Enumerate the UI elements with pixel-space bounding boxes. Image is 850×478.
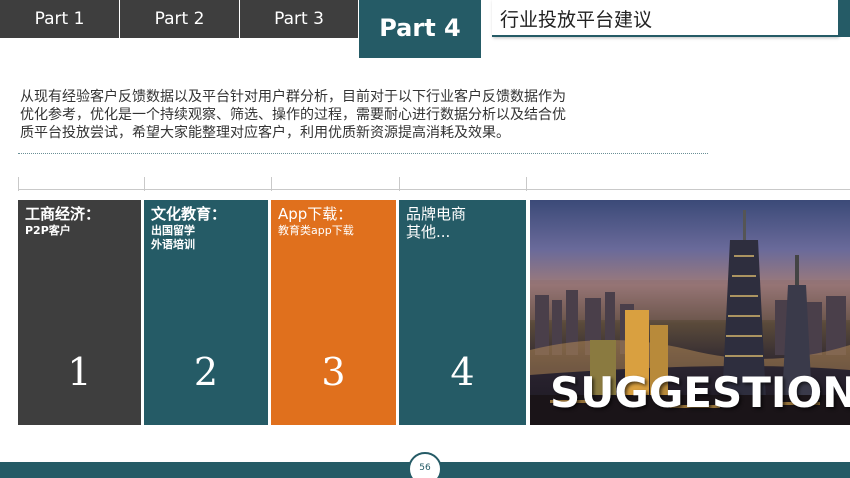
section-title-box: 行业投放平台建议 xyxy=(492,0,838,37)
card-subtitle: 出国留学 外语培训 xyxy=(151,224,195,252)
card-app-download: App下载： 教育类app下载 3 xyxy=(271,200,396,425)
card-title: App下载： xyxy=(278,205,353,223)
tab-bar: Part 1 Part 2 Part 3 Part 4 行业投放平台建议 xyxy=(0,0,850,58)
card-number: 4 xyxy=(450,350,475,394)
intro-paragraph: 从现有经验客户反馈数据以及平台针对用户群分析，目前对于以下行业客户反馈数据作为 … xyxy=(20,88,660,142)
intro-line-1: 从现有经验客户反馈数据以及平台针对用户群分析，目前对于以下行业客户反馈数据作为 xyxy=(20,89,566,105)
card-brand-ecommerce: 品牌电商 其他... 4 xyxy=(399,200,526,425)
timeline-tick xyxy=(526,177,527,191)
card-business: 工商经济： P2P客户 1 xyxy=(18,200,141,425)
timeline-tick xyxy=(144,177,145,191)
tab-part-1[interactable]: Part 1 xyxy=(0,0,119,38)
title-accent-bar xyxy=(838,0,850,37)
intro-line-3: 质平台投放尝试，希望大家能整理对应客户，利用优质新资源提高消耗及效果。 xyxy=(20,125,510,141)
card-number: 1 xyxy=(67,350,92,394)
section-title: 行业投放平台建议 xyxy=(500,9,653,31)
card-subtitle: 教育类app下载 xyxy=(278,224,354,238)
intro-line-2: 优化参考，优化是一个持续观察、筛选、操作的过程，需要耐心进行数据分析以及结合优 xyxy=(20,107,566,123)
dotted-divider xyxy=(18,153,708,154)
card-subtitle: 其他... xyxy=(406,223,451,241)
timeline-tick xyxy=(18,177,19,191)
card-sub-line: 出国留学 xyxy=(151,224,195,237)
card-sub-line: 教育类app下载 xyxy=(278,224,354,237)
page-number: 56 xyxy=(419,463,431,473)
timeline-tick xyxy=(399,177,400,191)
card-subtitle: P2P客户 xyxy=(25,224,71,238)
card-number: 2 xyxy=(193,350,219,394)
tab-part-4[interactable]: Part 4 xyxy=(359,0,481,58)
card-title: 文化教育： xyxy=(151,205,227,223)
page-number-badge: 56 xyxy=(408,452,442,478)
card-sub-line: 外语培训 xyxy=(151,238,195,251)
suggestion-overlay-text: SUGGESTION xyxy=(550,368,850,417)
card-number: 3 xyxy=(321,350,346,394)
card-sub-line: P2P客户 xyxy=(25,224,71,237)
tab-part-3[interactable]: Part 3 xyxy=(240,0,358,38)
card-title: 工商经济： xyxy=(25,205,101,223)
city-skyline-photo: SUGGESTION xyxy=(530,200,850,425)
card-education: 文化教育： 出国留学 外语培训 2 xyxy=(144,200,268,425)
card-title: 品牌电商 xyxy=(406,205,467,223)
tab-part-2[interactable]: Part 2 xyxy=(120,0,239,38)
timeline-line xyxy=(18,189,850,190)
timeline-tick xyxy=(271,177,272,191)
